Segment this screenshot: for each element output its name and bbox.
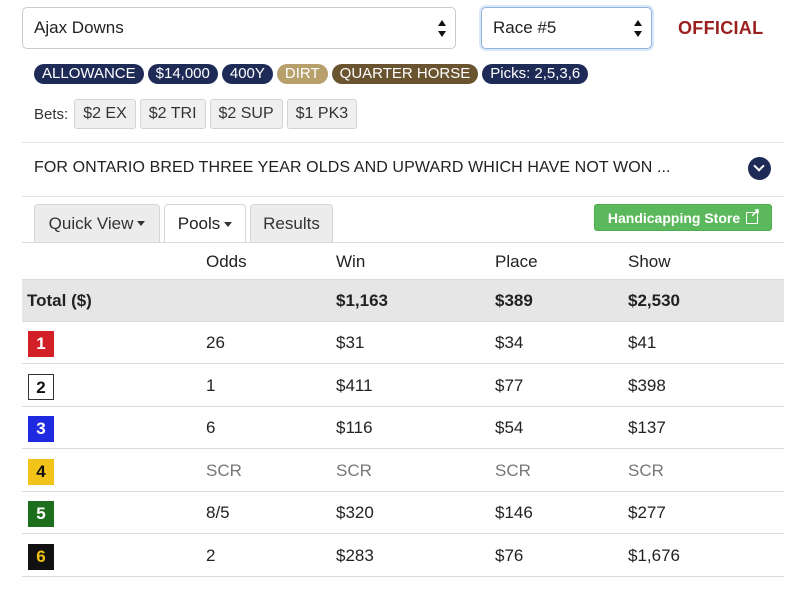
- cell-odds: 6: [206, 418, 216, 437]
- table-row: 4 SCR SCR SCR SCR: [22, 450, 784, 492]
- tab-label: Results: [263, 213, 320, 233]
- select-arrows-icon: [438, 20, 446, 37]
- tab-pools[interactable]: Pools: [164, 204, 246, 243]
- cell-win: $411: [336, 375, 373, 395]
- caret-down-icon: [224, 221, 233, 227]
- total-win: $1,163: [336, 291, 388, 310]
- cell-place: $77: [495, 375, 524, 395]
- cell-show: $398: [628, 375, 666, 395]
- tab-label: Pools: [177, 214, 221, 233]
- total-row: Total ($) $1,163 $389 $2,530: [22, 280, 784, 322]
- total-show: $2,530: [628, 291, 680, 310]
- program-number-badge: 6: [28, 543, 54, 570]
- caret-down-icon: [137, 221, 146, 226]
- race-select-value: Race #5: [493, 18, 557, 37]
- race-conditions: FOR ONTARIO BRED THREE YEAR OLDS AND UPW…: [34, 159, 671, 176]
- bet-pick3[interactable]: $1 PK3: [286, 99, 358, 129]
- cell-odds: 8/5: [206, 503, 230, 522]
- cell-win: $283: [336, 545, 374, 565]
- race-status: OFFICIAL: [678, 18, 764, 38]
- cell-odds: 2: [206, 545, 216, 565]
- cell-odds: SCR: [206, 460, 242, 480]
- table-header: Odds Win Place Show: [22, 243, 784, 280]
- race-type-badge: ALLOWANCE: [34, 64, 144, 84]
- table-row: 6 2 $283 $76 $1,676: [22, 535, 784, 577]
- cell-show: $41: [628, 333, 657, 352]
- tab-quick-view[interactable]: Quick View: [34, 204, 160, 242]
- purse-badge: $14,000: [147, 64, 218, 84]
- header-show: Show: [628, 252, 671, 271]
- program-number-badge: 1: [28, 331, 54, 357]
- header-win: Win: [336, 252, 366, 271]
- expand-chevron-icon[interactable]: [748, 157, 771, 180]
- surface-badge: DIRT: [276, 64, 328, 84]
- cell-show: $1,676: [628, 545, 680, 565]
- tab-label: Quick View: [48, 213, 134, 233]
- track-select-value: Ajax Downs: [34, 18, 124, 37]
- total-place: $389: [495, 291, 533, 310]
- track-select[interactable]: Ajax Downs: [22, 7, 456, 49]
- cell-place: SCR: [495, 460, 531, 480]
- cell-show: SCR: [628, 460, 664, 480]
- cell-odds: 26: [206, 333, 225, 352]
- cell-win: $31: [336, 333, 365, 352]
- program-number-badge: 4: [28, 458, 54, 485]
- table-row: 3 6 $116 $54 $137: [22, 407, 784, 449]
- program-number-badge: 5: [28, 501, 54, 527]
- cell-win: $320: [336, 503, 374, 522]
- header-odds: Odds: [206, 252, 247, 271]
- bets-label: Bets:: [34, 105, 69, 123]
- divider: [22, 142, 784, 143]
- table-row: 2 1 $411 $77 $398: [22, 365, 784, 407]
- cell-show: $277: [628, 503, 666, 522]
- race-select[interactable]: Race #5: [481, 7, 652, 49]
- cell-place: $146: [495, 503, 533, 522]
- cell-place: $34: [495, 333, 524, 352]
- cell-win: SCR: [336, 460, 372, 480]
- race-badges: ALLOWANCE $14,000 400Y DIRT QUARTER HORS…: [34, 64, 589, 84]
- bet-superfecta[interactable]: $2 SUP: [209, 99, 283, 129]
- bet-exacta[interactable]: $2 EX: [74, 99, 136, 129]
- total-label: Total ($): [27, 291, 92, 310]
- table-row: 1 26 $31 $34 $41: [22, 322, 784, 364]
- select-arrows-icon: [634, 20, 642, 37]
- cell-place: $76: [495, 545, 524, 565]
- program-number-badge: 3: [28, 416, 54, 442]
- tab-results[interactable]: Results: [250, 204, 333, 242]
- breed-badge: QUARTER HORSE: [331, 64, 479, 84]
- picks-badge: Picks: 2,5,3,6: [482, 64, 589, 84]
- distance-badge: 400Y: [221, 64, 273, 84]
- bet-trifecta[interactable]: $2 TRI: [139, 99, 206, 129]
- bets-list: Bets: $2 EX $2 TRI $2 SUP $1 PK3: [34, 99, 358, 129]
- table-row: 5 8/5 $320 $146 $277: [22, 492, 784, 534]
- cell-show: $137: [628, 418, 666, 437]
- cell-odds: 1: [206, 375, 216, 395]
- external-link-icon: [746, 206, 760, 224]
- cell-place: $54: [495, 418, 524, 437]
- header-place: Place: [495, 252, 538, 271]
- cell-win: $116: [336, 418, 373, 437]
- handicapping-store-button[interactable]: Handicapping Store: [594, 204, 772, 231]
- store-label: Handicapping Store: [607, 209, 741, 226]
- program-number-badge: 2: [28, 373, 54, 400]
- divider: [22, 196, 784, 197]
